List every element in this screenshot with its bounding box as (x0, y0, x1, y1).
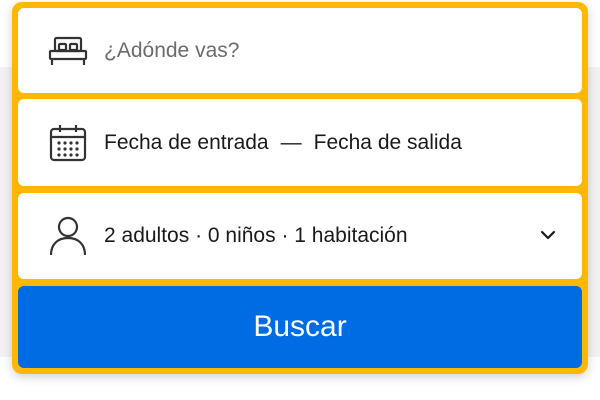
occupancy-label: 2 adultos · 0 niños · 1 habitación (104, 224, 408, 247)
date-separator: — (280, 130, 302, 154)
dates-field[interactable]: Fecha de entrada — Fecha de salida (18, 99, 582, 186)
calendar-icon (48, 123, 88, 163)
occupancy-field[interactable]: 2 adultos · 0 niños · 1 habitación (18, 193, 582, 279)
checkout-label[interactable]: Fecha de salida (314, 131, 462, 155)
destination-field[interactable] (18, 8, 582, 93)
bed-icon (48, 35, 88, 67)
search-button[interactable]: Buscar (18, 286, 582, 368)
chevron-down-icon[interactable] (540, 227, 556, 245)
search-box: Fecha de entrada — Fecha de salida 2 adu… (12, 2, 588, 374)
person-icon (48, 215, 88, 257)
destination-input[interactable] (104, 38, 544, 63)
dates-text: Fecha de entrada — Fecha de salida (104, 131, 462, 155)
checkin-label[interactable]: Fecha de entrada (104, 131, 269, 155)
